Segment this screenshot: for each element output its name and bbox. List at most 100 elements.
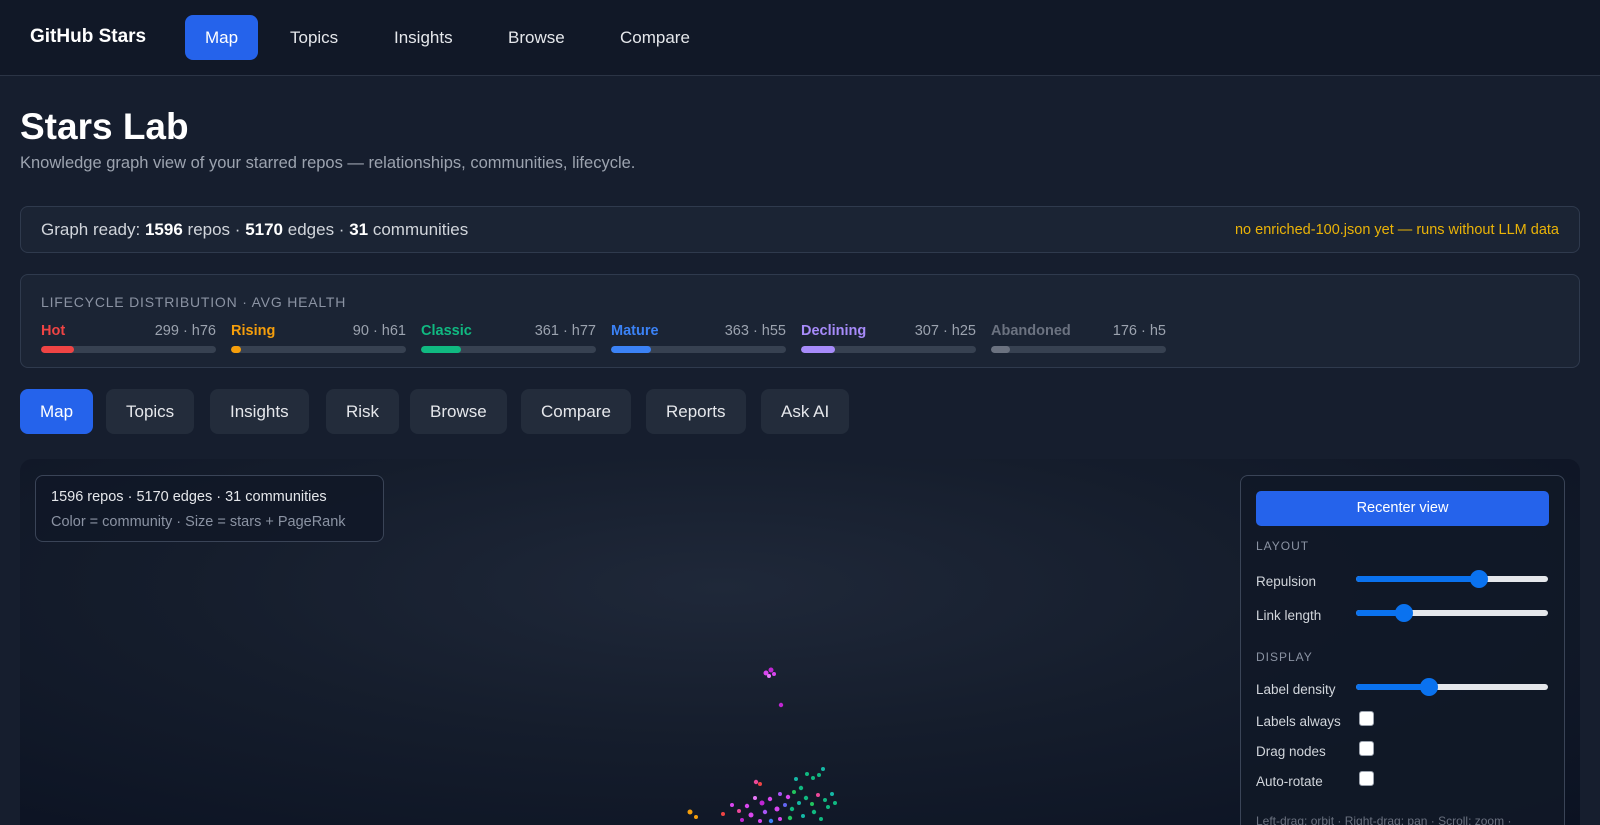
lifecycle-name: Abandoned [991, 323, 1071, 339]
status-communities-count: 31 [349, 220, 369, 239]
labels-always-checkbox[interactable] [1359, 711, 1374, 726]
lifecycle-value: 363 · h55 [724, 323, 786, 339]
graph-node[interactable] [721, 812, 725, 816]
graph-node[interactable] [694, 815, 698, 819]
link-length-slider[interactable] [1356, 603, 1548, 623]
graph-status-bar: Graph ready: 1596 repos · 5170 edges · 3… [20, 206, 1580, 253]
brand-logo[interactable]: GitHub Stars [30, 26, 146, 48]
drag-nodes-label: Drag nodes [1256, 744, 1326, 759]
graph-node[interactable] [797, 801, 801, 805]
navigation-hint: Left-drag: orbit · Right-drag: pan · Scr… [1256, 814, 1512, 825]
graph-node[interactable] [730, 803, 734, 807]
graph-node[interactable] [805, 772, 809, 776]
tab-risk[interactable]: Risk [326, 389, 400, 434]
graph-canvas[interactable]: 1596 repos · 5170 edges · 31 communities… [20, 459, 1580, 825]
graph-node[interactable] [826, 805, 830, 809]
lifecycle-item-rising: Rising 90 · h61 [231, 323, 406, 353]
graph-node[interactable] [819, 817, 823, 821]
lifecycle-bar [991, 346, 1166, 353]
nav-link-compare[interactable]: Compare [600, 15, 710, 60]
status-communities-label: communities [372, 220, 469, 239]
graph-node[interactable] [817, 773, 821, 777]
graph-node[interactable] [778, 792, 782, 796]
graph-node[interactable] [778, 817, 782, 821]
graph-node[interactable] [823, 798, 827, 802]
graph-node[interactable] [803, 795, 809, 801]
tab-compare[interactable]: Compare [521, 389, 631, 434]
graph-node[interactable] [753, 796, 757, 800]
graph-node[interactable] [768, 818, 774, 824]
graph-node[interactable] [792, 790, 796, 794]
graph-node[interactable] [833, 801, 837, 805]
graph-node[interactable] [789, 806, 795, 812]
graph-node[interactable] [753, 779, 759, 785]
graph-node[interactable] [774, 806, 780, 812]
graph-node[interactable] [744, 803, 750, 809]
tab-topics[interactable]: Topics [106, 389, 195, 434]
tab-insights[interactable]: Insights [210, 389, 309, 434]
graph-node[interactable] [830, 792, 834, 796]
graph-node[interactable] [758, 782, 762, 786]
tab-reports[interactable]: Reports [646, 389, 746, 434]
lifecycle-name: Hot [41, 323, 66, 339]
lifecycle-bar [41, 346, 216, 353]
slider-thumb[interactable] [1419, 678, 1438, 696]
graph-node[interactable] [759, 800, 765, 806]
lifecycle-value: 90 · h61 [352, 323, 406, 339]
graph-node[interactable] [801, 814, 805, 818]
lifecycle-item-abandoned: Abandoned 176 · h5 [991, 323, 1166, 353]
nav-link-map[interactable]: Map [185, 15, 259, 60]
graph-node[interactable] [768, 667, 774, 673]
lifecycle-value: 176 · h5 [1112, 323, 1166, 339]
graph-node[interactable] [794, 777, 798, 781]
graph-info-legend: Color = community · Size = stars + PageR… [51, 514, 346, 530]
slider-thumb[interactable] [1469, 570, 1488, 588]
label-density-slider[interactable] [1356, 677, 1548, 697]
graph-node[interactable] [687, 809, 693, 815]
graph-node[interactable] [737, 809, 741, 813]
graph-node[interactable] [740, 818, 744, 822]
nav-link-topics[interactable]: Topics [270, 15, 358, 60]
graph-node[interactable] [798, 785, 804, 791]
graph-node[interactable] [787, 815, 793, 821]
graph-node[interactable] [748, 812, 754, 818]
layout-section-heading: LAYOUT [1256, 539, 1310, 553]
graph-status-summary: Graph ready: 1596 repos · 5170 edges · 3… [41, 220, 468, 240]
graph-node[interactable] [767, 674, 771, 678]
lifecycle-name: Mature [611, 323, 659, 339]
lifecycle-bar-fill [801, 346, 835, 353]
graph-node[interactable] [762, 809, 768, 815]
repulsion-slider[interactable] [1356, 569, 1548, 589]
status-warning: no enriched-100.json yet — runs without … [1234, 222, 1559, 238]
graph-node[interactable] [767, 796, 773, 802]
node-cluster-main [687, 767, 837, 824]
graph-node[interactable] [778, 702, 784, 708]
slider-fill [1356, 684, 1429, 690]
graph-node[interactable] [811, 776, 815, 780]
lifecycle-item-mature: Mature 363 · h55 [611, 323, 786, 353]
tab-map[interactable]: Map [20, 389, 94, 434]
graph-node[interactable] [811, 809, 817, 815]
status-prefix: Graph ready: [41, 220, 141, 239]
graph-node[interactable] [810, 802, 814, 806]
lifecycle-bar [231, 346, 406, 353]
graph-node[interactable] [816, 793, 820, 797]
slider-thumb[interactable] [1395, 604, 1413, 622]
lifecycle-value: 307 · h25 [914, 323, 976, 339]
graph-info-counts: 1596 repos · 5170 edges · 31 communities [51, 489, 327, 505]
status-repos-label: repos · [187, 220, 241, 239]
nav-link-browse[interactable]: Browse [488, 15, 585, 60]
tab-browse[interactable]: Browse [410, 389, 507, 434]
graph-node[interactable] [785, 794, 791, 800]
drag-nodes-checkbox[interactable] [1359, 741, 1374, 756]
auto-rotate-checkbox[interactable] [1359, 771, 1374, 786]
tab-ask-ai[interactable]: Ask AI [761, 389, 850, 434]
lifecycle-distribution-panel: LIFECYCLE DISTRIBUTION · AVG HEALTH Hot … [20, 274, 1580, 368]
nav-link-insights[interactable]: Insights [374, 15, 473, 60]
graph-node[interactable] [772, 672, 776, 676]
recenter-view-button[interactable]: Recenter view [1256, 491, 1549, 526]
graph-node[interactable] [758, 819, 762, 823]
lifecycle-name: Rising [231, 323, 276, 339]
graph-node[interactable] [821, 767, 825, 771]
graph-node[interactable] [783, 803, 787, 807]
